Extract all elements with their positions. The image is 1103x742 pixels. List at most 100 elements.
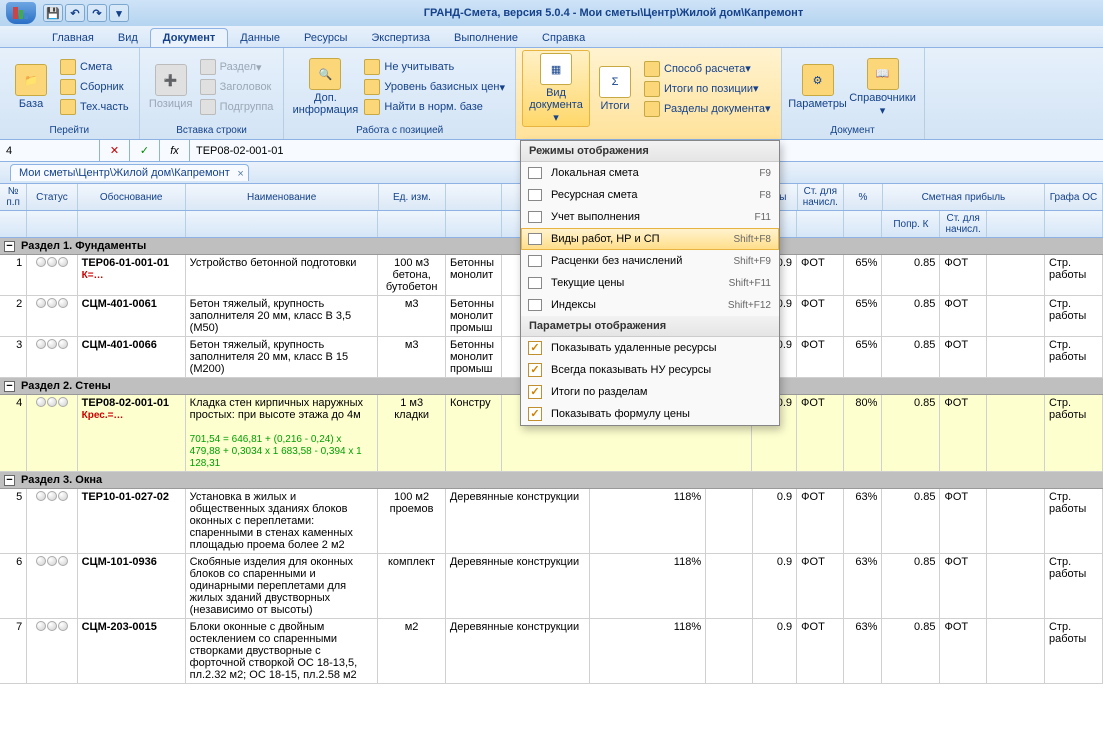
menu-uchet-vypolneniya[interactable]: Учет выполненияF11: [521, 206, 779, 228]
hdr-stn2[interactable]: Ст. для начисл.: [940, 211, 987, 237]
podgruppa-button[interactable]: Подгруппа: [196, 97, 278, 117]
hdr-pct[interactable]: %: [844, 184, 883, 210]
app-orb-button[interactable]: [6, 2, 36, 24]
status-dots: [31, 298, 72, 308]
uroven-button[interactable]: Уровень базисных цен ▾: [360, 77, 509, 97]
tab-document[interactable]: Документ: [150, 28, 228, 47]
group-label-position: Работа с позицией: [290, 124, 509, 137]
tab-data[interactable]: Данные: [228, 29, 292, 47]
sheet-icon: [525, 231, 545, 247]
ribbon-group-goto: 📁База Смета Сборник Тех.часть Перейти: [0, 48, 140, 139]
baza-button[interactable]: 📁База: [6, 50, 56, 124]
parametry-button[interactable]: ⚙Параметры: [788, 50, 848, 124]
section-row[interactable]: −Раздел 3. Окна: [0, 472, 1103, 489]
sheet-icon: [525, 165, 545, 181]
ribbon-group-insert: ➕Позиция Раздел ▾ Заголовок Подгруппа Вс…: [140, 48, 285, 139]
ribbon-group-document: ⚙Параметры 📖Справочники ▾ Документ: [782, 48, 925, 139]
collapse-icon[interactable]: −: [4, 381, 15, 392]
table-row[interactable]: 6 СЦМ-101-0936 Скобяные изделия для окон…: [0, 554, 1103, 619]
check-icon: ✓: [525, 362, 545, 378]
hdr-ed[interactable]: Ед. изм.: [379, 184, 447, 210]
table-row[interactable]: 5 ТЕР10-01-027-02 Установка в жилых и об…: [0, 489, 1103, 554]
tab-help[interactable]: Справка: [530, 29, 597, 47]
ribbon: 📁База Смета Сборник Тех.часть Перейти ➕П…: [0, 48, 1103, 140]
cancel-icon[interactable]: ✕: [100, 140, 130, 161]
menu-indeksy[interactable]: ИндексыShift+F12: [521, 294, 779, 316]
menu-itogi-po-razdelam[interactable]: ✓Итоги по разделам: [521, 381, 779, 403]
hdr-naim[interactable]: Наименование: [186, 184, 379, 210]
menu-lokalnaya-smeta[interactable]: Локальная сметаF9: [521, 162, 779, 184]
qat-save-icon[interactable]: 💾: [43, 4, 63, 22]
menu-rastsenki[interactable]: Расценки без начисленийShift+F9: [521, 250, 779, 272]
status-dots: [31, 397, 72, 407]
hdr-obos[interactable]: Обоснование: [78, 184, 186, 210]
sposob-button[interactable]: Способ расчета ▾: [640, 59, 775, 79]
naiti-button[interactable]: Найти в норм. базе: [360, 97, 509, 117]
hdr-np[interactable]: № п.п: [0, 184, 27, 210]
fx-icon[interactable]: fx: [160, 140, 190, 161]
status-dots: [31, 556, 72, 566]
tab-view[interactable]: Вид: [106, 29, 150, 47]
zagolovok-button[interactable]: Заголовок: [196, 77, 278, 97]
vid-dokumenta-button[interactable]: ▦Вид документа ▾: [522, 50, 590, 127]
ribbon-tabs: Главная Вид Документ Данные Ресурсы Эксп…: [0, 26, 1103, 48]
tab-main[interactable]: Главная: [40, 29, 106, 47]
hdr-grafa[interactable]: Графа ОС: [1045, 184, 1103, 210]
accept-icon[interactable]: ✓: [130, 140, 160, 161]
itogi-pozitsii-button[interactable]: Итоги по позиции ▾: [640, 79, 775, 99]
baza-label: База: [19, 98, 43, 110]
hdr-popr[interactable]: Попр. К: [882, 211, 940, 237]
qat-customize-icon[interactable]: ▾: [109, 4, 129, 22]
group-label-document: Документ: [788, 124, 918, 137]
title-bar: 💾 ↶ ↷ ▾ ГРАНД-Смета, версия 5.0.4 - Мои …: [0, 0, 1103, 26]
sbornik-button[interactable]: Сборник: [56, 77, 133, 97]
name-box[interactable]: 4: [0, 140, 100, 161]
tab-expertise[interactable]: Экспертиза: [359, 29, 442, 47]
table-row[interactable]: 7 СЦМ-203-0015 Блоки оконные с двойным о…: [0, 619, 1103, 684]
collapse-icon[interactable]: −: [4, 475, 15, 486]
pozitsiya-button[interactable]: ➕Позиция: [146, 50, 196, 124]
dropdown-header-params: Параметры отображения: [521, 316, 779, 337]
smeta-button[interactable]: Смета: [56, 57, 133, 77]
menu-pokazyvat-formulu[interactable]: ✓Показывать формулу цены: [521, 403, 779, 425]
sheet-icon: [525, 209, 545, 225]
check-icon: ✓: [525, 340, 545, 356]
sheet-icon: [525, 253, 545, 269]
neuchit-button[interactable]: Не учитывать: [360, 57, 509, 77]
sheet-icon: [525, 275, 545, 291]
hdr-blank[interactable]: [446, 184, 502, 210]
status-dots: [31, 339, 72, 349]
spravochniki-button[interactable]: 📖Справочники ▾: [848, 50, 918, 124]
window-title: ГРАНД-Смета, версия 5.0.4 - Мои сметы\Це…: [130, 7, 1097, 19]
dopinfo-button[interactable]: 🔍Доп. информация: [290, 50, 360, 124]
razdely-button[interactable]: Разделы документа ▾: [640, 99, 775, 119]
group-label-view: [522, 127, 775, 140]
sheet-icon: [525, 187, 545, 203]
razdel-button[interactable]: Раздел ▾: [196, 57, 278, 77]
ribbon-group-view: ▦Вид документа ▾ ΣИтоги Способ расчета ▾…: [516, 48, 782, 139]
doc-tab[interactable]: Мои сметы\Центр\Жилой дом\Капремонт×: [10, 164, 249, 181]
menu-vsegda-pokazyvat-nu[interactable]: ✓Всегда показывать НУ ресурсы: [521, 359, 779, 381]
hdr-status[interactable]: Статус: [27, 184, 77, 210]
group-label-goto: Перейти: [6, 124, 133, 137]
vid-dokumenta-dropdown: Режимы отображения Локальная сметаF9 Рес…: [520, 140, 780, 426]
status-dots: [31, 491, 72, 501]
menu-pokazyvat-udalennye[interactable]: ✓Показывать удаленные ресурсы: [521, 337, 779, 359]
hdr-stn[interactable]: Ст. для начисл.: [798, 184, 845, 210]
qat-undo-icon[interactable]: ↶: [65, 4, 85, 22]
group-label-insert: Вставка строки: [146, 124, 278, 137]
menu-tekushie-tseny[interactable]: Текущие ценыShift+F11: [521, 272, 779, 294]
collapse-icon[interactable]: −: [4, 241, 15, 252]
status-dots: [31, 257, 72, 267]
menu-resursnaya-smeta[interactable]: Ресурсная сметаF8: [521, 184, 779, 206]
menu-vidy-rabot[interactable]: Виды работ, НР и СПShift+F8: [521, 228, 779, 250]
tehchast-button[interactable]: Тех.часть: [56, 97, 133, 117]
tab-execution[interactable]: Выполнение: [442, 29, 530, 47]
close-tab-icon[interactable]: ×: [237, 168, 243, 180]
ribbon-group-position: 🔍Доп. информация Не учитывать Уровень ба…: [284, 48, 516, 139]
hdr-pribyl[interactable]: Сметная прибыль: [883, 184, 1045, 210]
tab-resources[interactable]: Ресурсы: [292, 29, 359, 47]
status-dots: [31, 621, 72, 631]
qat-redo-icon[interactable]: ↷: [87, 4, 107, 22]
itogi-button[interactable]: ΣИтоги: [590, 50, 640, 127]
